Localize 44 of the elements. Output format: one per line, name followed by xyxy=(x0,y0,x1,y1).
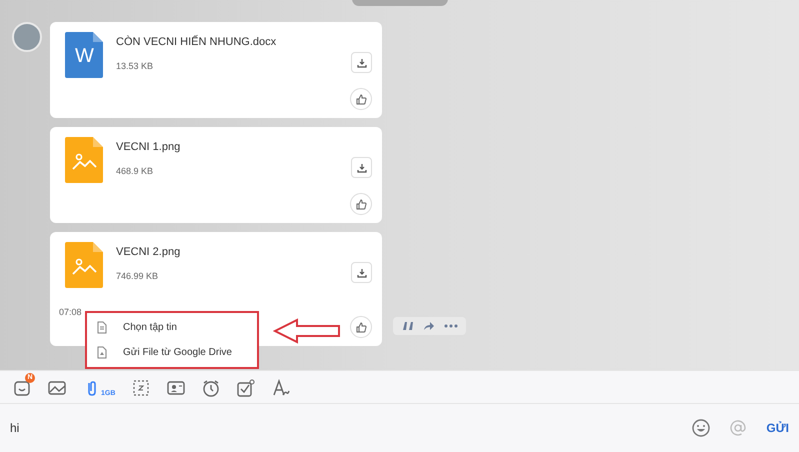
thumbs-up-icon xyxy=(356,94,366,104)
file-size: 13.53 KB xyxy=(116,60,154,72)
image-file-icon xyxy=(65,137,103,183)
file-size: 746.99 KB xyxy=(116,270,160,282)
avatar xyxy=(12,22,42,52)
file-letter: W xyxy=(75,46,94,66)
image-icon xyxy=(48,379,66,397)
word-file-icon xyxy=(65,32,103,78)
toolbar-button[interactable] xyxy=(237,377,256,397)
download-button[interactable] xyxy=(351,157,372,178)
file-icon xyxy=(97,321,107,334)
download-button[interactable] xyxy=(351,52,372,73)
file-name[interactable]: VECNI 1.png xyxy=(116,139,180,156)
like-button[interactable] xyxy=(350,316,372,338)
checkbox-task-icon xyxy=(237,379,256,397)
file-name[interactable]: CÒN VECNI HIẾN NHUNG.docx xyxy=(116,34,276,50)
like-button[interactable] xyxy=(350,88,372,110)
text-format-icon xyxy=(272,379,290,397)
more-icon[interactable] xyxy=(444,324,458,328)
download-icon xyxy=(356,58,366,68)
file-size: 468.9 KB xyxy=(116,164,154,178)
toolbar-button[interactable] xyxy=(272,377,290,397)
quote-icon[interactable] xyxy=(402,321,414,331)
file-name[interactable]: VECNI 2.png xyxy=(116,244,180,260)
screenshot-icon xyxy=(132,379,150,397)
contact-card-icon xyxy=(167,379,186,397)
download-button[interactable] xyxy=(351,262,372,283)
sticker-icon xyxy=(13,379,31,397)
message-time: 07:08 xyxy=(59,306,83,319)
like-button[interactable] xyxy=(350,193,372,215)
message-input[interactable]: hi xyxy=(10,419,692,437)
arrow-pointer-drawing xyxy=(273,318,341,344)
alarm-clock-icon xyxy=(202,379,220,397)
thumbs-up-icon xyxy=(356,198,366,210)
image-file-icon xyxy=(65,242,103,288)
send-button[interactable]: GỬI xyxy=(766,419,789,437)
thumbs-up-icon xyxy=(356,322,366,332)
menu-item[interactable]: Gửi File từ Google Drive xyxy=(87,340,257,365)
emoji-icon[interactable] xyxy=(692,419,710,437)
menu-item[interactable]: Chọn tập tin xyxy=(87,315,257,340)
share-arrow-icon[interactable] xyxy=(422,321,434,331)
download-icon xyxy=(356,162,366,172)
download-icon xyxy=(356,268,366,278)
drive-file-icon xyxy=(97,346,107,359)
